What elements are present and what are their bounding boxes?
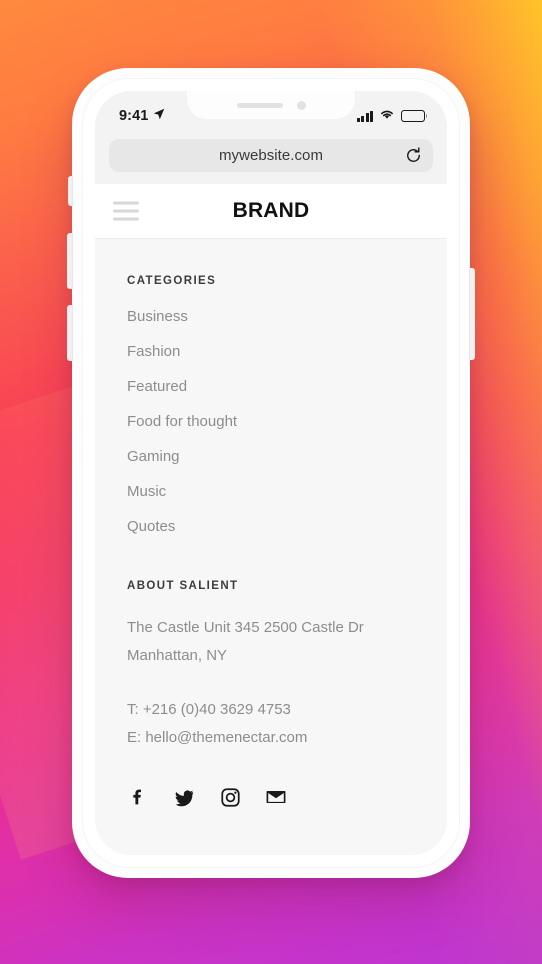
instagram-icon[interactable] [219,786,241,808]
category-item-business[interactable]: Business [127,309,415,344]
status-bar-left: 9:41 [95,101,165,125]
address-line-1: The Castle Unit 345 2500 Castle Dr [127,619,364,636]
browser-toolbar: mywebsite.com [95,135,447,184]
power-button[interactable] [469,268,475,360]
brand-logo-text[interactable]: BRAND [95,199,447,223]
status-bar-right [356,101,448,125]
phone-device-frame: 9:41 mywebsite.com BRAND CATEGORIES Busi… [67,68,475,878]
address-line-2: Manhattan, NY [127,647,228,664]
status-time: 9:41 [119,108,149,124]
twitter-icon[interactable] [173,786,195,808]
phone-notch [187,91,355,119]
about-widget: ABOUT SALIENT The Castle Unit 345 2500 C… [127,580,415,808]
silent-switch-button[interactable] [68,176,73,206]
hamburger-menu-icon[interactable] [113,201,139,221]
front-camera [296,100,306,110]
category-item-gaming[interactable]: Gaming [127,449,415,484]
address-bar[interactable]: mywebsite.com [109,139,433,172]
category-item-fashion[interactable]: Fashion [127,344,415,379]
reload-icon[interactable] [404,147,422,165]
categories-widget-title: CATEGORIES [127,275,217,287]
wifi-icon [379,107,395,125]
address-block: The Castle Unit 345 2500 Castle Dr Manha… [127,614,415,670]
volume-up-button[interactable] [67,233,73,289]
envelope-icon[interactable] [265,786,287,808]
hamburger-line [113,209,139,213]
phone-screen: 9:41 mywebsite.com BRAND CATEGORIES Busi… [95,91,447,855]
page-content: CATEGORIES Business Fashion Featured Foo… [95,239,447,855]
cellular-signal-icon [356,110,373,122]
location-arrow-icon [153,107,165,125]
categories-widget: CATEGORIES Business Fashion Featured Foo… [127,275,415,534]
phone-number[interactable]: T: +216 (0)40 3629 4753 [127,696,415,724]
hamburger-line [113,217,139,221]
category-item-featured[interactable]: Featured [127,379,415,414]
social-links-row [127,786,415,808]
category-item-music[interactable]: Music [127,484,415,519]
categories-list: Business Fashion Featured Food for thoug… [127,309,415,534]
about-widget-title: ABOUT SALIENT [127,580,239,592]
url-text: mywebsite.com [218,147,323,164]
hamburger-line [113,201,139,205]
facebook-icon[interactable] [127,786,149,808]
volume-down-button[interactable] [67,305,73,361]
battery-full-icon [401,110,428,122]
category-item-food-for-thought[interactable]: Food for thought [127,414,415,449]
category-item-quotes[interactable]: Quotes [127,519,415,534]
site-header: BRAND [95,184,447,239]
email-address[interactable]: E: hello@themenectar.com [127,724,415,752]
status-bar: 9:41 [95,91,447,135]
earpiece-speaker [236,102,283,108]
